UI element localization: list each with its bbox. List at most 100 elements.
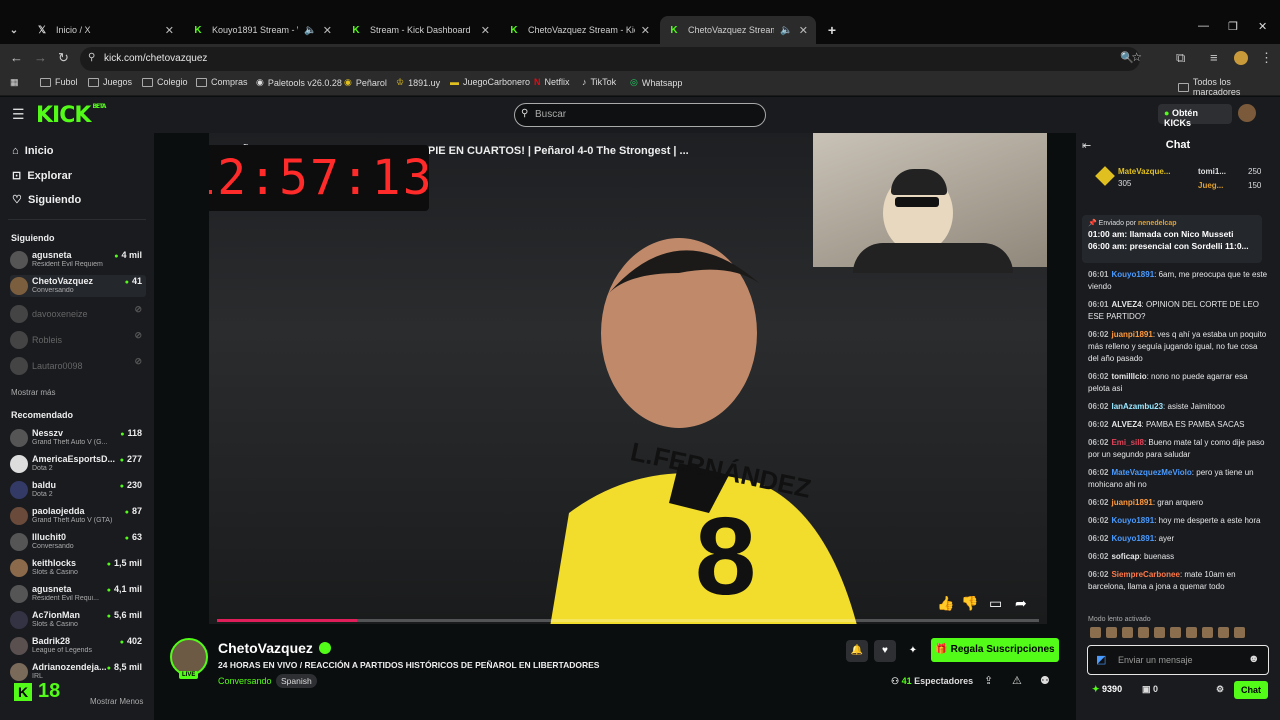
bookmark-fubol[interactable]: Fubol [40, 77, 78, 87]
close-icon[interactable]: ✕ [165, 24, 174, 37]
message-user[interactable]: Kouyo1891 [1111, 270, 1154, 279]
media-icon[interactable]: ≡ [1210, 50, 1218, 65]
bookmark-1891[interactable]: ♔ 1891.uy [396, 77, 440, 88]
message-user[interactable]: MateVazquezMeViolo [1111, 468, 1191, 477]
bookmark-colegio[interactable]: Colegio [142, 77, 188, 87]
message-user[interactable]: ALVEZ4 [1111, 420, 1141, 429]
following-item[interactable]: agusneta Resident Evil Requiem 4 mil [10, 249, 146, 271]
site-info-icon[interactable]: ⚲ [88, 52, 95, 63]
tab-kouyo[interactable]: K Kouyo1891 Stream - Watch 🔈 ✕ [184, 16, 340, 44]
thumbs-down-icon[interactable]: 👎 [961, 595, 978, 612]
recommended-item[interactable]: Illuchit0Conversando63 [10, 531, 146, 553]
hamburger-icon[interactable]: ☰ [12, 106, 25, 123]
message-user[interactable]: ALVEZ4 [1111, 300, 1141, 309]
back-icon[interactable]: ← [10, 50, 23, 65]
bookmark-tiktok[interactable]: ♪ TikTok [582, 77, 616, 87]
emote[interactable] [1138, 627, 1149, 638]
tab-dashboard[interactable]: K Stream - Kick Dashboard ✕ [342, 16, 498, 44]
recommended-item[interactable]: keithlocksSlots & Casino1,5 mil [10, 557, 146, 579]
message-user[interactable]: Kouyo1891 [1111, 516, 1154, 525]
speaker-icon[interactable]: 🔈 [304, 25, 316, 36]
close-icon[interactable]: ✕ [481, 24, 490, 37]
clip-icon[interactable]: ▭ [989, 595, 1002, 612]
nav-explorar[interactable]: ⊡ Explorar [12, 169, 72, 182]
search-input[interactable]: ⚲ Buscar [514, 103, 766, 127]
tab-search-button[interactable]: ⌄ [0, 16, 28, 44]
kick-logo[interactable]: KICK BETA [36, 103, 106, 128]
stream-category[interactable]: Conversando [218, 676, 272, 686]
url-field[interactable]: ⚲ kick.com/chetovazquez 🔍 ☆ [80, 47, 1142, 71]
bookmark-juegos[interactable]: Juegos [88, 77, 132, 87]
restore-icon[interactable]: ❐ [1228, 20, 1238, 33]
message-user[interactable]: IanAzambu23 [1111, 402, 1163, 411]
message-user[interactable]: tomilllcio [1111, 372, 1146, 381]
bookmark-whatsapp[interactable]: ◎ Whatsapp [630, 77, 682, 88]
message-user[interactable]: soficap [1111, 552, 1139, 561]
pinned-message[interactable]: 📌 Enviado por nenedelcap 01:00 am: llama… [1082, 215, 1262, 263]
gift-subscriptions-button[interactable]: 🎁 Regala Suscripciones [931, 638, 1059, 662]
channel-name[interactable]: ChetoVazquez [218, 640, 331, 656]
chat-send-button[interactable]: Chat [1234, 681, 1268, 699]
emote[interactable] [1106, 627, 1117, 638]
share-icon[interactable]: ⇪ [984, 674, 993, 687]
report-icon[interactable]: ⚠ [1012, 674, 1022, 687]
emote[interactable] [1090, 627, 1101, 638]
following-item[interactable]: davooxeneize ⊘ [10, 303, 146, 325]
following-item[interactable]: Lautaro0098 ⊘ [10, 355, 146, 377]
forward-icon[interactable]: → [34, 50, 47, 65]
bell-icon[interactable]: 🔔 [846, 640, 868, 662]
nav-inicio[interactable]: ⌂ Inicio [12, 145, 54, 157]
menu-icon[interactable]: ⋮ [1260, 50, 1273, 66]
emote[interactable] [1234, 627, 1245, 638]
bookmark-penarol[interactable]: ◉ Peñarol [344, 77, 387, 88]
chat-input[interactable]: ◩ Enviar un mensaje ☻ [1087, 645, 1269, 675]
bookmark-star-icon[interactable]: ☆ [1131, 50, 1142, 64]
sparkle-icon[interactable]: ✦ [902, 640, 924, 662]
follow-heart-icon[interactable]: ♥ [874, 640, 896, 662]
message-user[interactable]: SiempreCarbonee [1111, 570, 1179, 579]
reload-icon[interactable]: ↻ [58, 50, 69, 66]
show-more-link[interactable]: Mostrar más [11, 388, 55, 397]
bookmark-juegocarbonero[interactable]: ▬ JuegoCarbonero [450, 77, 530, 87]
emoji-icon[interactable]: ☻ [1248, 653, 1260, 665]
emote[interactable] [1154, 627, 1165, 638]
emote[interactable] [1202, 627, 1213, 638]
emote[interactable] [1218, 627, 1229, 638]
video-progress-bar[interactable] [217, 619, 1039, 622]
recommended-item[interactable]: NesszvGrand Theft Auto V (G...118 [10, 427, 146, 449]
bookmark-compras[interactable]: Compras [196, 77, 248, 87]
close-icon[interactable]: ✕ [323, 24, 332, 37]
window-close-icon[interactable]: ✕ [1258, 20, 1267, 33]
apps-icon[interactable]: ▦ [10, 77, 19, 88]
recommended-item[interactable]: paolaojeddaGrand Theft Auto V (GTA)87 [10, 505, 146, 527]
get-kicks-button[interactable]: ● Obtén KICKs [1158, 104, 1232, 128]
message-user[interactable]: Kouyo1891 [1111, 534, 1154, 543]
message-user[interactable]: Emi_sil8 [1111, 438, 1143, 447]
tab-cheto-dashboard[interactable]: K ChetoVazquez Stream - Kick Da ✕ [500, 16, 658, 44]
emote[interactable] [1122, 627, 1133, 638]
following-item[interactable]: ChetoVazquez Conversando 41 [10, 275, 146, 297]
language-tag[interactable]: Spanish [276, 674, 317, 688]
thumbs-up-icon[interactable]: 👍 [937, 595, 954, 612]
emote[interactable] [1170, 627, 1181, 638]
bookmark-paletools[interactable]: ◉ Paletools v26.0.28 [256, 77, 342, 88]
tab-cheto-watch[interactable]: K ChetoVazquez Stream - W 🔈 ✕ [660, 16, 816, 44]
show-less-link[interactable]: Mostrar Menos [90, 697, 143, 706]
close-icon[interactable]: ✕ [799, 24, 808, 37]
gift-count[interactable]: ▣ 0 [1142, 684, 1158, 695]
user-avatar[interactable] [1238, 104, 1256, 122]
settings-icon[interactable]: ⚙ [1216, 684, 1224, 695]
message-user[interactable]: juanpi1891 [1111, 330, 1152, 339]
nav-siguiendo[interactable]: ♡ Siguiendo [12, 193, 81, 206]
recommended-item[interactable]: balduDota 2230 [10, 479, 146, 501]
tab-x[interactable]: 𝕏 Inicio / X ✕ [28, 16, 182, 44]
all-bookmarks[interactable]: Todos los marcadores [1178, 77, 1280, 97]
close-icon[interactable]: ✕ [641, 24, 650, 37]
extensions-icon[interactable]: ⧉ [1176, 50, 1185, 66]
bookmark-netflix[interactable]: N Netflix [534, 77, 570, 87]
message-user[interactable]: juanpi1891 [1111, 498, 1152, 507]
recommended-item[interactable]: Ac7ionManSlots & Casino5,6 mil [10, 609, 146, 631]
recommended-item[interactable]: Badrik28League of Legends402 [10, 635, 146, 657]
following-item[interactable]: Robleis ⊘ [10, 329, 146, 351]
video-player[interactable]: PEÑAROL 4-0 THE STRONGEST | ¡UN PIE EN C… [209, 133, 1047, 624]
